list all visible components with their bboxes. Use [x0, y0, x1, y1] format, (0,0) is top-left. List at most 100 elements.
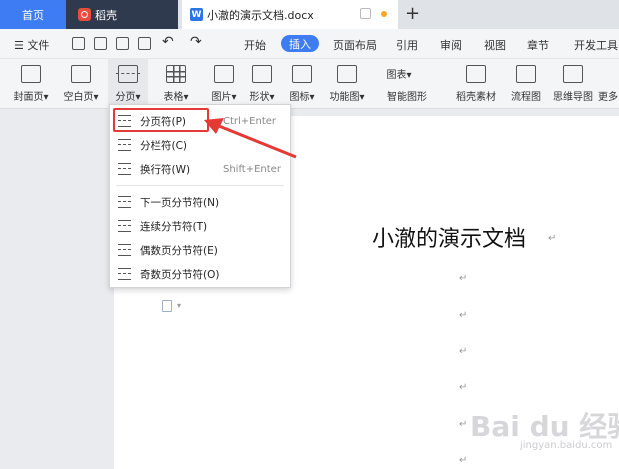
paragraph-mark: ↵ — [459, 419, 468, 430]
menu-item-shortcut: Shift+Enter — [223, 163, 281, 175]
pin-icon[interactable] — [360, 8, 371, 19]
file-menu[interactable]: ☰ 文件 — [14, 37, 49, 53]
daoke-logo-icon — [78, 8, 91, 21]
tab-view[interactable]: 视图 — [484, 37, 506, 53]
mindmap-label: 思维导图 — [553, 92, 593, 103]
picture-label: 图片▾ — [211, 92, 237, 103]
cover-page-button[interactable]: 封面页▾ — [10, 59, 52, 109]
menu-item-label: 换行符(W) — [140, 163, 191, 176]
shape-label: 形状▾ — [249, 92, 275, 103]
tab-insert[interactable]: 插入 — [281, 35, 319, 52]
daoke-material-button[interactable]: 稻壳素材 — [452, 59, 500, 109]
function-chart-label: 功能图▾ — [329, 92, 365, 103]
document-title[interactable]: 小澈的演示文档 — [372, 221, 526, 253]
line-break-icon — [118, 163, 131, 175]
page-break-button[interactable]: 分页▾ — [108, 59, 148, 109]
paragraph-mark: ↵ — [459, 346, 468, 357]
cover-page-icon — [21, 65, 41, 83]
print-preview-icon[interactable] — [138, 37, 151, 50]
save-icon[interactable] — [72, 37, 85, 50]
redo-button[interactable]: ↷ — [190, 34, 202, 50]
menu-item-column-break[interactable]: 分栏符(C) — [110, 134, 290, 156]
tab-daoke-label: 稻壳 — [95, 8, 117, 22]
tab-document-label: 小澈的演示文档.docx — [207, 8, 314, 22]
cover-page-label: 封面页▾ — [13, 92, 49, 103]
highlight-box — [113, 108, 209, 132]
table-label: 表格▾ — [163, 92, 189, 103]
page-break-dropdown: 分页符(P) Ctrl+Enter 分栏符(C) 换行符(W) Shift+En… — [109, 104, 291, 288]
new-tab-button[interactable]: + — [405, 3, 420, 24]
menu-bar: ☰ 文件 ↶ ↷ 开始 插入 页面布局 引用 审阅 视图 章节 开发工具 — [0, 29, 619, 59]
tab-home-label: 首页 — [22, 8, 44, 22]
menu-item-shortcut: Ctrl+Enter — [223, 115, 277, 127]
more-button[interactable]: 更多 — [598, 59, 619, 109]
baidu-watermark: Bai du 经验 — [470, 410, 619, 443]
floating-doc-icon[interactable] — [162, 300, 172, 312]
word-doc-icon: W — [190, 8, 203, 21]
menu-item-label: 连续分节符(T) — [140, 220, 208, 233]
tab-chapter[interactable]: 章节 — [527, 37, 549, 53]
tab-page-layout[interactable]: 页面布局 — [333, 37, 377, 53]
table-button[interactable]: 表格▾ — [156, 59, 196, 109]
daoke-material-icon — [466, 65, 486, 83]
tab-daoke[interactable]: 稻壳 — [66, 0, 178, 29]
ribbon: 封面页▾ 空白页▾ 分页▾ 表格▾ 图片▾ 形状▾ 图标▾ 功能图▾ 图表▾ 智… — [0, 59, 619, 109]
paragraph-mark: ↵ — [459, 455, 468, 466]
mindmap-icon — [563, 65, 583, 83]
function-chart-button[interactable]: 功能图▾ — [326, 59, 368, 109]
title-paragraph-mark: ↵ — [548, 233, 557, 244]
table-icon — [166, 65, 186, 83]
icons-icon — [292, 65, 312, 83]
menu-item-odd-page-section[interactable]: 奇数页分节符(O) — [110, 263, 290, 285]
menu-item-label: 下一页分节符(N) — [140, 196, 220, 209]
tab-developer[interactable]: 开发工具 — [574, 37, 618, 53]
next-page-section-icon — [118, 196, 131, 208]
flowchart-label: 流程图 — [511, 92, 541, 103]
page-break-label: 分页▾ — [115, 92, 141, 103]
baidu-watermark-url: jingyan.baidu.com — [520, 440, 613, 451]
paragraph-mark: ↵ — [459, 382, 468, 393]
tab-reference[interactable]: 引用 — [396, 37, 418, 53]
paragraph-mark: ↵ — [459, 310, 468, 321]
blank-page-icon — [71, 65, 91, 83]
flowchart-icon — [516, 65, 536, 83]
mindmap-button[interactable]: 思维导图 — [550, 59, 596, 109]
print-icon[interactable] — [116, 37, 129, 50]
odd-page-section-icon — [118, 268, 131, 280]
chart-button[interactable]: 图表▾ — [374, 59, 424, 83]
menu-separator — [116, 185, 284, 186]
page-break-icon — [116, 65, 140, 83]
picture-button[interactable]: 图片▾ — [206, 59, 242, 109]
column-break-icon — [118, 139, 131, 151]
shape-button[interactable]: 形状▾ — [244, 59, 280, 109]
blank-page-label: 空白页▾ — [63, 92, 99, 103]
shape-icon — [252, 65, 272, 83]
menu-item-label: 偶数页分节符(E) — [140, 244, 218, 257]
smart-art-button[interactable]: 智能图形 — [374, 83, 440, 109]
undo-button[interactable]: ↶ — [162, 34, 174, 50]
icons-button[interactable]: 图标▾ — [284, 59, 320, 109]
daoke-material-label: 稻壳素材 — [456, 92, 496, 103]
even-page-section-icon — [118, 244, 131, 256]
tab-review[interactable]: 审阅 — [440, 37, 462, 53]
more-label: 更多 — [598, 92, 618, 103]
chart-label: 图表▾ — [386, 70, 412, 81]
unsaved-dot-icon — [381, 11, 387, 17]
menu-item-even-page-section[interactable]: 偶数页分节符(E) — [110, 239, 290, 261]
icons-label: 图标▾ — [289, 92, 315, 103]
continuous-section-icon — [118, 220, 131, 232]
menu-item-line-break[interactable]: 换行符(W) Shift+Enter — [110, 158, 290, 180]
tab-start[interactable]: 开始 — [244, 37, 266, 53]
tab-home[interactable]: 首页 — [0, 0, 66, 29]
floating-chevron-down-icon[interactable]: ▾ — [177, 301, 181, 310]
smart-art-label: 智能图形 — [387, 92, 427, 103]
tab-document[interactable]: W 小澈的演示文档.docx — [182, 0, 398, 29]
flowchart-button[interactable]: 流程图 — [506, 59, 546, 109]
function-chart-icon — [337, 65, 357, 83]
export-pdf-icon[interactable] — [94, 37, 107, 50]
menu-item-next-page-section[interactable]: 下一页分节符(N) — [110, 191, 290, 213]
blank-page-button[interactable]: 空白页▾ — [60, 59, 102, 109]
menu-item-label: 奇数页分节符(O) — [140, 268, 220, 281]
menu-item-continuous-section[interactable]: 连续分节符(T) — [110, 215, 290, 237]
tab-bar: 首页 稻壳 W 小澈的演示文档.docx + — [0, 0, 619, 29]
